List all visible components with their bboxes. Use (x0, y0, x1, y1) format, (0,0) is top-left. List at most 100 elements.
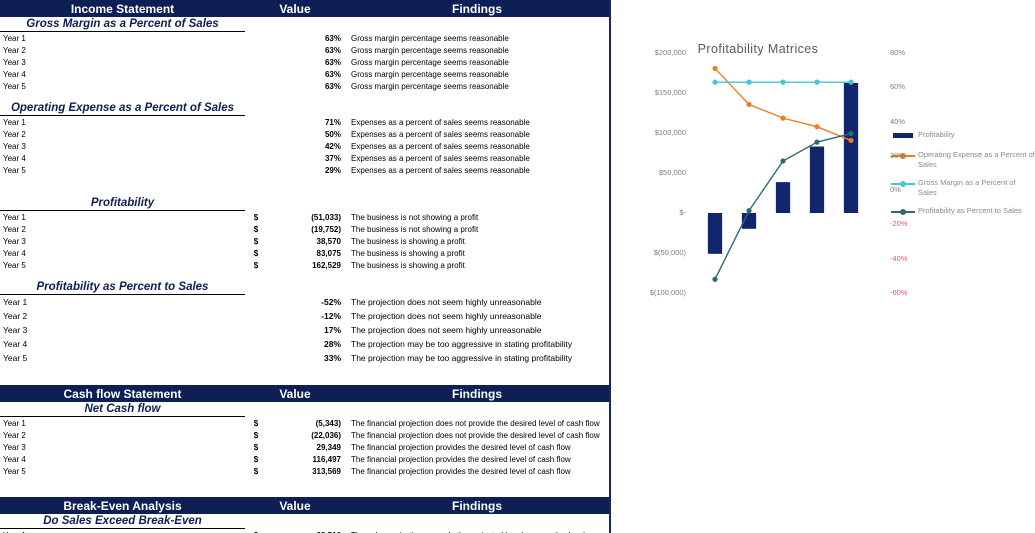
group-subheader: Profitability (0, 196, 245, 211)
chart-line-marker (814, 139, 820, 145)
group-subheader: Do Sales Exceed Break-Even (0, 514, 245, 529)
row-finding: The business is not showing a profit (351, 212, 479, 222)
group-subheader: Gross Margin as a Percent of Sales (0, 17, 245, 32)
y-axis-tick-label: $200,000 (654, 48, 686, 57)
row-label: Year 2 (3, 129, 26, 139)
y-axis-tick-label: $150,000 (654, 88, 686, 97)
row-value: 33% (323, 353, 341, 363)
section-title: Cash flow Statement (63, 386, 182, 401)
row-value: 63% (324, 57, 341, 67)
table-row: Year 1 71% Expenses as a percent of sales … (0, 116, 609, 128)
table-row: Year 2 -12% The projection does not seem h… (0, 309, 609, 323)
row-finding: Expenses as a percent of sales seems rea… (351, 129, 530, 139)
column-header-findings: Findings (452, 386, 502, 401)
row-finding: The projection may be too aggressive in … (351, 339, 573, 349)
row-label: Year 1 (3, 117, 26, 127)
row-label: Year 1 (3, 33, 26, 43)
row-value: -52% (321, 297, 341, 307)
group-subheader-wrap: Profitability as Percent to Sales (0, 280, 609, 295)
row-label: Year 5 (3, 466, 26, 476)
report-section-cash-flow-statement: Cash flow Statement Value Findings Net Cash… (0, 385, 609, 497)
legend-item: Gross Margin as a Percent of Sales (891, 178, 1035, 197)
row-currency-symbol: $ (253, 224, 259, 234)
table-row: Year 1 63% Gross margin percentage seems r… (0, 32, 609, 44)
table-row: Year 5 $162,529 The business is showing a … (0, 259, 609, 271)
row-value: 50% (324, 129, 341, 139)
legend-swatch-icon (891, 130, 915, 141)
row-label: Year 4 (3, 454, 26, 464)
row-currency-symbol: $ (253, 454, 259, 464)
y-axis-tick-label: $50,000 (658, 168, 686, 177)
chart-plot-area (698, 53, 868, 293)
section-header-cash-flow-statement: Cash flow Statement Value Findings (0, 385, 609, 402)
row-value: 38,570 (316, 236, 341, 246)
row-currency-symbol: $ (253, 466, 259, 476)
column-header-findings: Findings (452, 1, 502, 16)
chart-line-marker (712, 276, 718, 282)
row-label: Year 2 (3, 224, 26, 234)
chart-line-marker (746, 79, 752, 85)
table-row: Year 5 29% Expenses as a percent of sales … (0, 164, 609, 176)
row-label: Year 3 (3, 236, 26, 246)
row-currency-symbol: $ (253, 236, 259, 246)
group-subheader-wrap: Do Sales Exceed Break-Even (0, 514, 609, 529)
chart-line-marker (746, 208, 752, 214)
row-label: Year 5 (3, 353, 28, 363)
column-header-value: Value (279, 498, 311, 513)
row-finding: The financial projection provides the de… (351, 442, 571, 452)
row-value: 63% (324, 69, 341, 79)
chart-line-marker (712, 65, 718, 72)
y2-axis-tick-label: 60% (890, 82, 906, 92)
row-value: 83,075 (316, 248, 341, 258)
group-subheader-wrap: Gross Margin as a Percent of Sales (0, 17, 609, 32)
legend-item: Profitability as Percent to Sales (891, 206, 1035, 217)
group-subheader: Operating Expense as a Percent of Sales (0, 101, 245, 116)
chart-svg (707, 65, 859, 282)
row-finding: Expenses as a percent of sales seems rea… (351, 141, 530, 151)
legend-item: Operating Expense as a Percent of Sales (891, 150, 1035, 169)
row-currency-symbol: $ (253, 260, 259, 270)
row-finding: The financial projection provides the de… (351, 454, 571, 464)
chart-line-marker (746, 101, 752, 108)
table-row: Year 2 $ (19,752) The business is not showi… (0, 223, 609, 235)
row-value: (19,752) (311, 224, 341, 234)
row-currency-symbol: $ (253, 442, 259, 452)
row-label: Year 5 (3, 81, 26, 91)
row-value: (51,033) (311, 212, 341, 222)
report-section-break-even-analysis: Break-Even Analysis Value Findings Do Sales… (0, 497, 609, 533)
row-label: Year 1 (3, 418, 26, 428)
worksheet-canvas: Income Statement Value Findings Gross Margi… (0, 0, 1035, 533)
row-value: 313,569 (312, 466, 341, 476)
row-label: Year 5 (3, 260, 26, 270)
row-value: 37% (324, 153, 341, 163)
legend-label: Profitability (918, 130, 955, 139)
row-currency-symbol: $ (253, 430, 259, 440)
row-label: Year 2 (3, 311, 28, 321)
row-label: Year 2 (3, 430, 26, 440)
row-finding: The business is showing a profit (351, 260, 465, 270)
y2-axis-tick-label: -20% (890, 219, 908, 229)
group-subheader-wrap: Profitability (0, 196, 609, 211)
row-finding: The projection does not seem highly unre… (351, 311, 542, 321)
row-finding: The business is showing a profit (351, 236, 465, 246)
row-finding: The projection does not seem highly unre… (351, 325, 542, 335)
row-finding: Gross margin percentage seems reasonable (351, 33, 509, 43)
y2-axis-tick-label: 0% (890, 185, 901, 195)
group-subheader-wrap: Operating Expense as a Percent of Sales (0, 101, 609, 116)
row-value: 28% (323, 339, 341, 349)
chart-panel: Profitability Matrices Profitability Oper… (613, 0, 1035, 533)
row-label: Year 2 (3, 45, 26, 55)
row-finding: Gross margin percentage seems reasonable (351, 57, 509, 67)
chart-bar (843, 82, 859, 213)
chart-line-marker (848, 137, 854, 144)
chart-line-marker (814, 79, 820, 85)
row-value: 116,497 (312, 454, 341, 464)
chart-line-marker (780, 115, 786, 121)
row-finding: The financial projection does not provid… (351, 430, 600, 440)
table-row: Year 1$68,516The sales projection exceed… (0, 529, 609, 533)
row-finding: The projection does not seem highly unre… (351, 297, 542, 307)
row-label: Year 3 (3, 325, 28, 335)
chart-legend: Profitability Operating Expense as a Perc… (891, 130, 1035, 226)
